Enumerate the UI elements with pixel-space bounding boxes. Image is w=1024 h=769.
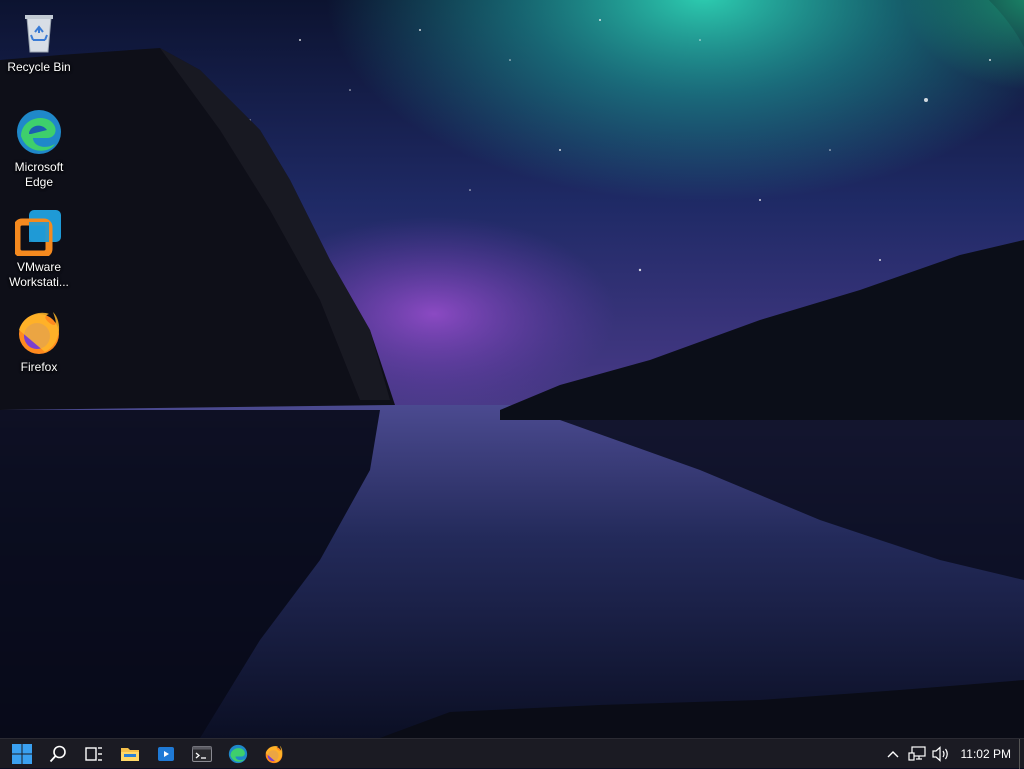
system-tray: 11:02 PM [881,739,1024,769]
vmware-icon [15,210,61,256]
search-icon [49,745,66,762]
taskbar-edge[interactable] [220,739,256,769]
taskbar: 11:02 PM [0,738,1024,769]
task-view-icon [85,746,102,761]
chevron-up-icon [887,751,899,758]
volume-icon [931,746,948,762]
desktop[interactable]: Recycle Bin Microsoft Edge VMware Workst… [0,0,1024,738]
taskbar-firefox[interactable] [256,739,292,769]
taskbar-clock[interactable]: 11:02 PM [953,747,1019,761]
start-windows-icon [12,743,32,764]
desktop-icon-edge[interactable]: Microsoft Edge [4,108,74,190]
start-button[interactable] [4,739,40,769]
edge-icon [228,744,248,763]
task-view-button[interactable] [76,739,112,769]
show-hidden-icons-button[interactable] [881,739,905,769]
recycle-bin-icon [25,15,53,53]
terminal-icon [192,745,212,762]
edge-icon [17,110,61,154]
desktop-icon-label: Recycle Bin [7,60,71,74]
firefox-icon [265,745,283,763]
network-icon [907,746,926,761]
taskbar-media-player[interactable] [148,739,184,769]
desktop-icon-label: Firefox [20,360,58,374]
desktop-icon-recycle-bin[interactable]: Recycle Bin [4,8,74,75]
wallpaper-image [0,0,1024,738]
file-explorer-icon [121,747,139,761]
search-button[interactable] [40,739,76,769]
desktop-icon-vmware[interactable]: VMware Workstati... [4,208,74,290]
show-desktop-button[interactable] [1019,739,1024,769]
desktop-icon-label: Microsoft Edge [14,160,64,189]
media-player-icon [158,746,174,761]
firefox-icon [19,312,60,354]
desktop-icon-label: VMware Workstati... [9,260,69,289]
taskbar-file-explorer[interactable] [112,739,148,769]
desktop-icon-firefox[interactable]: Firefox [4,308,74,375]
taskbar-terminal[interactable] [184,739,220,769]
network-button[interactable] [905,739,929,769]
volume-button[interactable] [929,739,953,769]
